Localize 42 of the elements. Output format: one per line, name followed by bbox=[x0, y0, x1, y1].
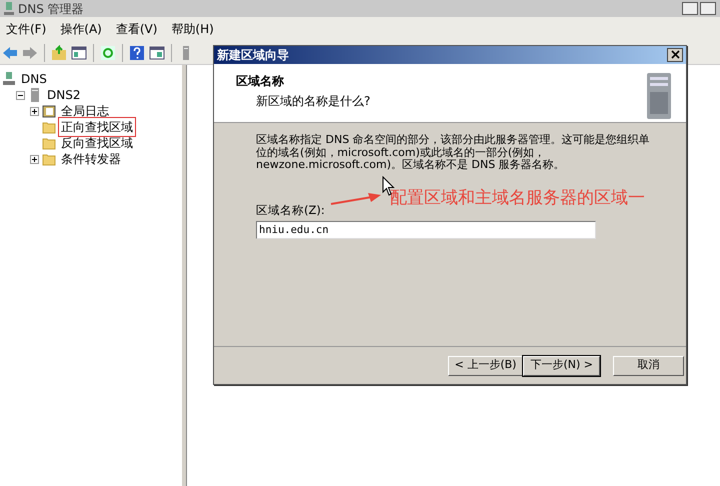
window-title: DNS 管理器 bbox=[18, 0, 84, 18]
help-icon[interactable] bbox=[129, 44, 145, 60]
menu-item[interactable]: 操作(A) bbox=[60, 20, 102, 38]
tree-item[interactable]: DNS bbox=[19, 70, 49, 88]
minimize-button[interactable] bbox=[682, 2, 698, 15]
arrow-annotation bbox=[330, 192, 382, 206]
folder-icon bbox=[42, 120, 56, 134]
tree-item[interactable]: 正向查找区域 bbox=[59, 118, 135, 136]
dns-icon bbox=[2, 72, 16, 86]
tree-item[interactable]: DNS2 bbox=[45, 86, 82, 104]
menu-item[interactable]: 文件(F) bbox=[6, 20, 46, 38]
refresh-icon[interactable] bbox=[100, 44, 116, 60]
field-label: 区域名称(Z): bbox=[256, 202, 326, 218]
page-heading: 区域名称 bbox=[236, 73, 285, 90]
wizard-button[interactable]: 下一步(N) > bbox=[523, 356, 600, 376]
close-icon bbox=[670, 50, 680, 60]
back-arrow-icon[interactable] bbox=[2, 44, 18, 60]
close-button[interactable] bbox=[667, 48, 683, 62]
expander-icon[interactable] bbox=[30, 106, 39, 116]
dns-icon bbox=[4, 2, 14, 15]
zone-name-field[interactable]: hniu.edu.cn bbox=[256, 220, 596, 239]
tree-item[interactable]: 条件转发器 bbox=[59, 150, 123, 168]
dialog-title: 新建区域向导 bbox=[217, 47, 289, 64]
menu-item[interactable]: 帮助(H) bbox=[171, 20, 214, 38]
description-text: 区域名称指定 DNS 命名空间的部分，该部分由此服务器管理。这可能是您组织单位的域名(例如，microsoft.com)或此域名的一部分(例如，newzone.microsoft.com)。区域名称不是 DNS 服务器名称。 bbox=[256, 134, 651, 172]
expander-icon[interactable] bbox=[16, 90, 25, 100]
pane-icon[interactable] bbox=[71, 44, 87, 60]
maximize-button[interactable] bbox=[700, 2, 716, 15]
log-icon bbox=[42, 104, 56, 118]
pane-icon[interactable] bbox=[149, 44, 165, 60]
tree-item[interactable]: 全局日志 bbox=[59, 102, 111, 120]
server-icon bbox=[644, 72, 674, 120]
tree-item[interactable]: 反向查找区域 bbox=[59, 134, 135, 152]
folder-icon bbox=[42, 136, 56, 150]
page-subheading: 新区域的名称是什么? bbox=[255, 93, 372, 110]
folder-icon bbox=[42, 152, 56, 166]
annotation-text: 配置区域和主域名服务器的区域一 bbox=[390, 187, 645, 210]
expander-icon[interactable] bbox=[30, 154, 39, 164]
wizard-button[interactable]: 取消 bbox=[613, 356, 684, 376]
server-icon bbox=[28, 88, 42, 102]
menu-item[interactable]: 查看(V) bbox=[116, 20, 158, 38]
wizard-button[interactable]: < 上一步(B) bbox=[448, 356, 524, 376]
